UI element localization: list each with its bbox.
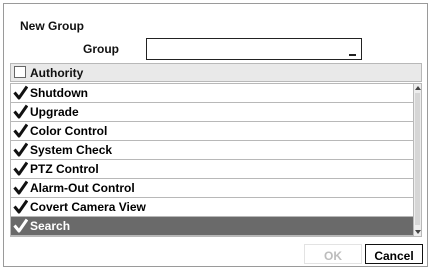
authority-header-label: Authority xyxy=(30,66,84,80)
checkmark-icon[interactable] xyxy=(13,218,28,233)
checkmark-icon[interactable] xyxy=(13,85,28,100)
checkmark-icon[interactable] xyxy=(13,199,28,214)
authority-row-label: Color Control xyxy=(30,124,108,138)
cancel-button[interactable]: Cancel xyxy=(365,244,423,264)
ok-button[interactable]: OK xyxy=(304,244,362,264)
checkmark-icon[interactable] xyxy=(13,123,28,138)
group-label: Group xyxy=(83,42,119,56)
authority-list: Authority Shutdown Upgrade Color Control Sy… xyxy=(10,63,422,237)
dialog-title: New Group xyxy=(20,19,85,33)
authority-header-row[interactable]: Authority xyxy=(10,63,422,82)
checkmark-icon[interactable] xyxy=(13,180,28,195)
authority-row[interactable]: Color Control xyxy=(11,122,413,141)
scroll-thumb[interactable] xyxy=(415,93,420,225)
authority-row[interactable]: Search xyxy=(11,217,413,236)
checkmark-icon[interactable] xyxy=(13,142,28,157)
checkmark-icon[interactable] xyxy=(13,161,28,176)
authority-row-label: Covert Camera View xyxy=(30,200,146,214)
authority-select-all-checkbox[interactable] xyxy=(14,66,26,78)
authority-row-label: Search xyxy=(30,219,71,233)
authority-row-label: Alarm-Out Control xyxy=(30,181,135,195)
scroll-down-arrow-icon[interactable] xyxy=(415,230,421,234)
checkmark-icon[interactable] xyxy=(13,104,28,119)
text-cursor-icon xyxy=(349,54,356,56)
list-scrollbar[interactable] xyxy=(413,83,422,237)
authority-row[interactable]: Upgrade xyxy=(11,103,413,122)
authority-row-label: System Check xyxy=(30,143,113,157)
authority-row[interactable]: Covert Camera View xyxy=(11,198,413,217)
scroll-up-arrow-icon[interactable] xyxy=(415,86,421,90)
authority-row-label: PTZ Control xyxy=(30,162,99,176)
authority-row-label: Shutdown xyxy=(30,86,88,100)
authority-row[interactable]: Alarm-Out Control xyxy=(11,179,413,198)
authority-rows: Shutdown Upgrade Color Control System Check… xyxy=(10,83,413,237)
group-name-input[interactable] xyxy=(146,38,362,60)
authority-row[interactable]: System Check xyxy=(11,141,413,160)
authority-row[interactable]: PTZ Control xyxy=(11,160,413,179)
authority-row[interactable]: Shutdown xyxy=(11,84,413,103)
authority-row-label: Upgrade xyxy=(30,105,79,119)
